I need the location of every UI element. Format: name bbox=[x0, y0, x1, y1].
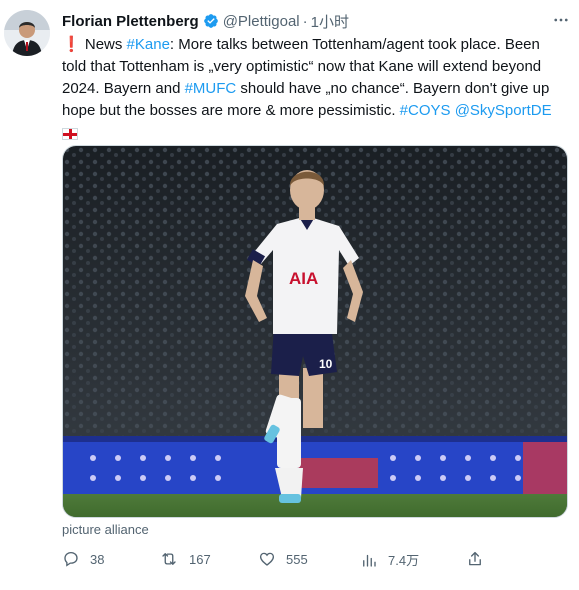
avatar-image bbox=[4, 10, 50, 56]
like-button[interactable]: 555 bbox=[258, 550, 308, 568]
share-button[interactable] bbox=[466, 550, 484, 568]
reply-count: 38 bbox=[90, 551, 105, 567]
share-icon bbox=[469, 551, 481, 566]
timestamp[interactable]: 1小时 bbox=[311, 11, 349, 32]
views-icon bbox=[363, 554, 376, 567]
tweet-line-4: hope but the bosses are more & more pess… bbox=[62, 102, 552, 119]
retweet-icon bbox=[162, 553, 176, 565]
tweet-actions: 38 167 555 7.4万 bbox=[62, 550, 568, 572]
verified-badge-icon bbox=[203, 14, 218, 28]
reply-button[interactable]: 38 bbox=[62, 550, 104, 568]
shirt-number: 10 bbox=[319, 357, 333, 371]
view-count: 7.4万 bbox=[388, 553, 420, 568]
hashtag-coys[interactable]: #COYS bbox=[400, 102, 451, 119]
retweet-count: 167 bbox=[189, 551, 211, 567]
tweet-text: ❗ News #Kane: More talks between Tottenh… bbox=[62, 34, 567, 144]
views-button[interactable]: 7.4万 bbox=[360, 550, 419, 569]
hashtag-kane[interactable]: #Kane bbox=[127, 36, 170, 53]
more-options-button[interactable] bbox=[549, 8, 573, 32]
heart-icon bbox=[259, 552, 275, 566]
more-options-icon bbox=[554, 18, 568, 22]
author-handle[interactable]: @Plettigoal bbox=[223, 13, 300, 30]
tweet-line-1: ❗ News #Kane: More talks between Tottenh… bbox=[62, 36, 540, 53]
separator-dot: · bbox=[302, 12, 308, 30]
tweet-header: Florian Plettenberg @Plettigoal · 1小时 bbox=[62, 10, 569, 32]
like-count: 555 bbox=[286, 551, 308, 567]
tweet-line-2: told that Tottenham is „very optimistic“… bbox=[62, 58, 542, 75]
reply-icon bbox=[64, 551, 78, 567]
tweet-line-3: 2024. Bayern and #MUFC should have „no c… bbox=[62, 80, 550, 97]
image-caption: picture alliance bbox=[62, 522, 149, 537]
england-flag-icon bbox=[62, 128, 78, 141]
avatar[interactable] bbox=[4, 10, 50, 56]
football-photo: 10 AIA bbox=[63, 146, 567, 517]
hashtag-mufc[interactable]: #MUFC bbox=[185, 80, 237, 97]
author-name[interactable]: Florian Plettenberg bbox=[62, 13, 199, 30]
retweet-button[interactable]: 167 bbox=[159, 550, 211, 568]
shirt-sponsor: AIA bbox=[289, 269, 318, 288]
tweet-line-5 bbox=[62, 122, 567, 144]
mention-skysportde[interactable]: @SkySportDE bbox=[455, 102, 552, 119]
exclamation-icon: ❗ bbox=[62, 36, 81, 53]
tweet-image[interactable]: 10 AIA bbox=[62, 145, 568, 518]
